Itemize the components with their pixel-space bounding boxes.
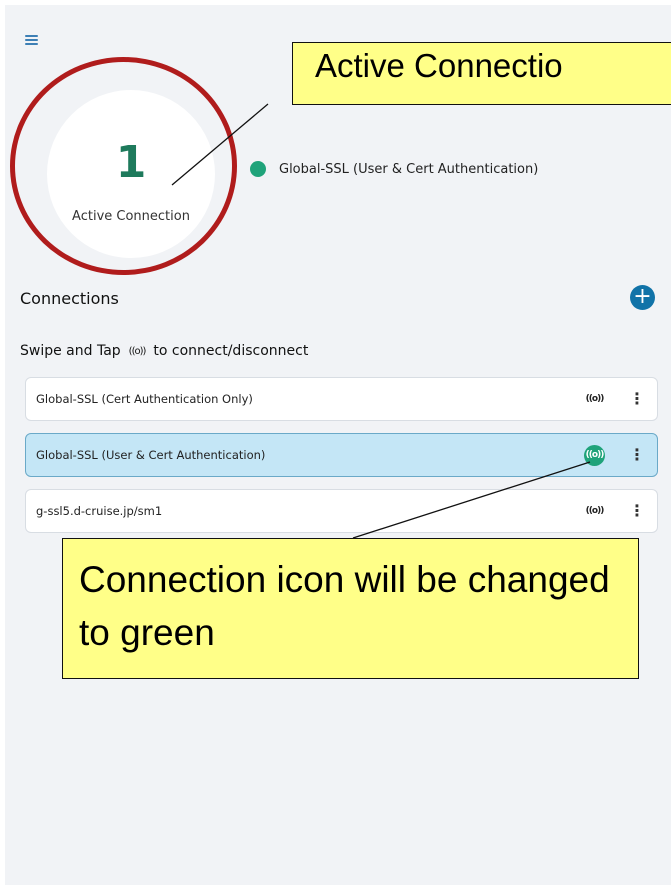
- annotation-callout-active: Active Connectio: [292, 42, 671, 105]
- annotation-pointers: [171, 103, 591, 539]
- annotation-callout-connection-icon: Connection icon will be changed to green: [62, 538, 639, 679]
